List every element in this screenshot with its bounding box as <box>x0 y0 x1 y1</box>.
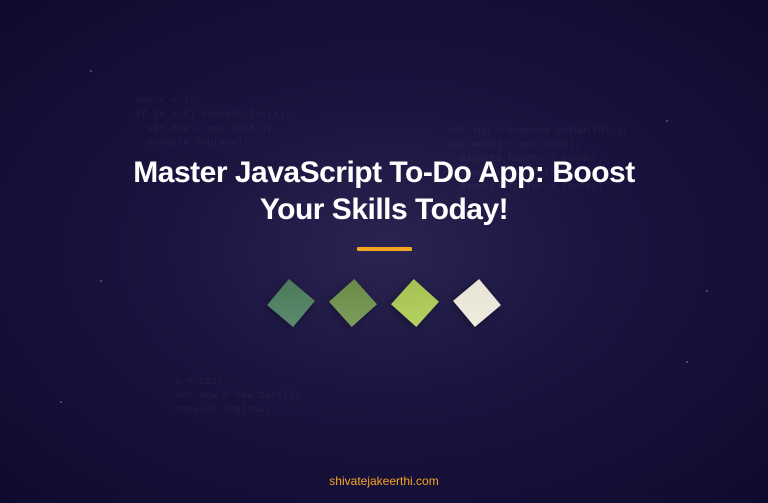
loading-square-icon <box>329 278 377 326</box>
footer-site-url: shivatejakeerthi.com <box>329 474 438 488</box>
loading-square-icon <box>391 278 439 326</box>
decorative-code-bg-3: x = 251; var now = new Date(); console.l… <box>175 376 301 418</box>
decorative-star <box>666 120 668 122</box>
page-title: Master JavaScript To-Do App: Boost Your … <box>104 154 664 229</box>
loading-squares <box>274 286 494 320</box>
hero-content: Master JavaScript To-Do App: Boost Your … <box>104 154 664 320</box>
decorative-star <box>90 70 92 72</box>
decorative-star <box>60 401 62 403</box>
decorative-star <box>706 290 708 292</box>
decorative-code-bg-1: var x = 10; if (x > 5) console.log(x); v… <box>135 95 291 151</box>
title-divider <box>357 247 412 251</box>
loading-square-icon <box>267 279 315 327</box>
loading-square-icon <box>453 279 501 327</box>
decorative-star <box>100 280 102 282</box>
decorative-star <box>686 361 688 363</box>
